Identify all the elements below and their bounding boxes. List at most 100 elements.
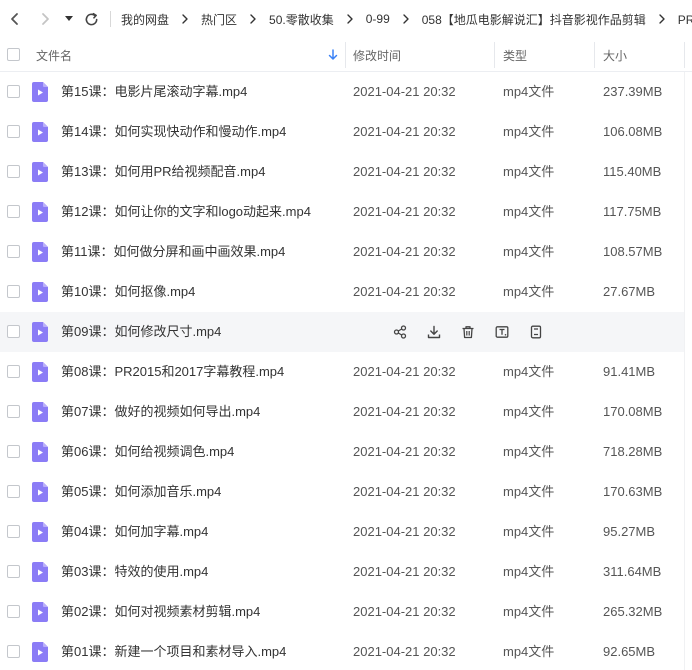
column-header-size[interactable]: 大小 xyxy=(603,38,627,72)
file-name[interactable]: 第04课：如何加字幕.mp4 xyxy=(61,512,208,552)
column-divider[interactable] xyxy=(494,42,495,68)
file-size: 117.75MB xyxy=(603,204,662,219)
file-row[interactable]: 第07课：做好的视频如何导出.mp4 2021-04-21 20:32 mp4文件 1… xyxy=(0,392,692,432)
toolbar-divider xyxy=(110,11,111,27)
column-divider[interactable] xyxy=(345,42,346,68)
sort-descending-icon[interactable] xyxy=(328,38,338,72)
file-name[interactable]: 第06课：如何给视频调色.mp4 xyxy=(61,432,234,472)
breadcrumb-item[interactable]: 我的网盘 xyxy=(119,11,171,28)
file-name[interactable]: 第09课：如何修改尺寸.mp4 xyxy=(61,312,221,352)
file-name[interactable]: 第02课：如何对视频素材剪辑.mp4 xyxy=(61,592,260,632)
file-row[interactable]: 第03课：特效的使用.mp4 2021-04-21 20:32 mp4文件 311.6… xyxy=(0,552,692,592)
file-type: mp4文件 xyxy=(503,284,555,299)
file-name[interactable]: 第08课：PR2015和2017字幕教程.mp4 xyxy=(61,352,284,392)
file-row[interactable]: 第02课：如何对视频素材剪辑.mp4 2021-04-21 20:32 mp4文件 2… xyxy=(0,592,692,632)
share-button[interactable] xyxy=(391,323,409,341)
breadcrumb-item[interactable]: 0-99 xyxy=(364,12,392,26)
select-all-checkbox[interactable] xyxy=(7,48,20,61)
row-checkbox[interactable] xyxy=(7,525,20,538)
row-checkbox[interactable] xyxy=(7,645,20,658)
row-checkbox[interactable] xyxy=(7,205,20,218)
row-checkbox[interactable] xyxy=(7,285,20,298)
rename-button[interactable] xyxy=(493,323,511,341)
file-row[interactable]: 第06课：如何给视频调色.mp4 2021-04-21 20:32 mp4文件 718… xyxy=(0,432,692,472)
file-row[interactable]: 第05课：如何添加音乐.mp4 2021-04-21 20:32 mp4文件 170.… xyxy=(0,472,692,512)
file-row[interactable]: 第12课：如何让你的文字和logo动起来.mp4 2021-04-21 20:32… xyxy=(0,192,692,232)
column-divider[interactable] xyxy=(594,42,595,68)
file-row[interactable]: 第09课：如何修改尺寸.mp4 xyxy=(0,312,684,352)
file-type: mp4文件 xyxy=(503,124,555,139)
row-checkbox[interactable] xyxy=(7,485,20,498)
row-checkbox[interactable] xyxy=(7,605,20,618)
download-button[interactable] xyxy=(425,323,443,341)
delete-button[interactable] xyxy=(459,323,477,341)
column-header-name[interactable]: 文件名 xyxy=(36,38,72,72)
file-name[interactable]: 第10课：如何抠像.mp4 xyxy=(61,272,195,312)
more-button[interactable] xyxy=(527,323,545,341)
breadcrumb-item[interactable]: 50.零散收集 xyxy=(267,11,336,28)
file-list-header: 文件名 修改时间 类型 大小 xyxy=(0,38,692,72)
file-row[interactable]: 第08课：PR2015和2017字幕教程.mp4 2021-04-21 20:32… xyxy=(0,352,692,392)
file-modified: 2021-04-21 20:32 xyxy=(353,204,456,219)
column-header-modified[interactable]: 修改时间 xyxy=(353,38,401,72)
file-size: 170.08MB xyxy=(603,404,663,419)
row-checkbox[interactable] xyxy=(7,85,20,98)
row-checkbox[interactable] xyxy=(7,125,20,138)
video-file-icon xyxy=(32,602,48,622)
chevron-right-icon xyxy=(42,13,49,25)
file-size: 170.63MB xyxy=(603,484,663,499)
file-name[interactable]: 第14课：如何实现快动作和慢动作.mp4 xyxy=(61,112,286,152)
file-row[interactable]: 第11课：如何做分屏和画中画效果.mp4 2021-04-21 20:32 mp4文… xyxy=(0,232,692,272)
breadcrumb-separator-icon xyxy=(400,13,412,25)
row-checkbox[interactable] xyxy=(7,165,20,178)
file-row[interactable]: 第01课：新建一个项目和素材导入.mp4 2021-04-21 20:32 mp4文… xyxy=(0,632,692,670)
file-type: mp4文件 xyxy=(503,164,555,179)
history-dropdown-button[interactable] xyxy=(62,6,76,32)
breadcrumb-item[interactable]: PR2018速成 xyxy=(676,11,692,28)
file-modified: 2021-04-21 20:32 xyxy=(353,124,456,139)
breadcrumb-item[interactable]: 热门区 xyxy=(199,11,239,28)
row-checkbox[interactable] xyxy=(7,325,20,338)
file-row[interactable]: 第13课：如何用PR给视频配音.mp4 2021-04-21 20:32 mp4文件… xyxy=(0,152,692,192)
file-name[interactable]: 第05课：如何添加音乐.mp4 xyxy=(61,472,221,512)
file-row[interactable]: 第10课：如何抠像.mp4 2021-04-21 20:32 mp4文件 27.67M… xyxy=(0,272,692,312)
file-type: mp4文件 xyxy=(503,404,555,419)
video-file-icon xyxy=(32,402,48,422)
file-name[interactable]: 第12课：如何让你的文字和logo动起来.mp4 xyxy=(61,192,311,232)
video-file-icon xyxy=(32,242,48,262)
file-size: 91.41MB xyxy=(603,364,656,379)
refresh-button[interactable] xyxy=(78,6,104,32)
file-name[interactable]: 第01课：新建一个项目和素材导入.mp4 xyxy=(61,632,286,670)
row-checkbox[interactable] xyxy=(7,565,20,578)
path-bar: 我的网盘 热门区 50.零散收集 0-99 058【地瓜电影解说汇】抖音影视作品剪辑 PR… xyxy=(0,0,692,38)
file-type: mp4文件 xyxy=(503,444,555,459)
column-divider[interactable] xyxy=(684,42,685,68)
delete-icon xyxy=(461,325,475,339)
file-name[interactable]: 第11课：如何做分屏和画中画效果.mp4 xyxy=(61,232,285,272)
row-actions xyxy=(391,323,561,341)
file-name[interactable]: 第13课：如何用PR给视频配音.mp4 xyxy=(61,152,265,192)
column-header-type[interactable]: 类型 xyxy=(503,38,527,72)
file-row[interactable]: 第15课：电影片尾滚动字幕.mp4 2021-04-21 20:32 mp4文件 23… xyxy=(0,72,692,112)
row-checkbox[interactable] xyxy=(7,365,20,378)
file-size: 108.57MB xyxy=(603,244,663,259)
forward-button[interactable] xyxy=(32,6,58,32)
file-modified: 2021-04-21 20:32 xyxy=(353,164,456,179)
file-modified: 2021-04-21 20:32 xyxy=(353,284,456,299)
file-modified: 2021-04-21 20:32 xyxy=(353,564,456,579)
breadcrumb-item[interactable]: 058【地瓜电影解说汇】抖音影视作品剪辑 xyxy=(420,11,648,28)
row-checkbox[interactable] xyxy=(7,405,20,418)
video-file-icon xyxy=(32,642,48,662)
file-name[interactable]: 第15课：电影片尾滚动字幕.mp4 xyxy=(61,72,247,112)
file-row[interactable]: 第14课：如何实现快动作和慢动作.mp4 2021-04-21 20:32 mp4文… xyxy=(0,112,692,152)
file-size: 265.32MB xyxy=(603,604,663,619)
back-button[interactable] xyxy=(2,6,28,32)
file-type: mp4文件 xyxy=(503,364,555,379)
file-row[interactable]: 第04课：如何加字幕.mp4 2021-04-21 20:32 mp4文件 95.27… xyxy=(0,512,692,552)
breadcrumb-separator-icon xyxy=(656,13,668,25)
file-name[interactable]: 第07课：做好的视频如何导出.mp4 xyxy=(61,392,260,432)
row-checkbox[interactable] xyxy=(7,245,20,258)
row-checkbox[interactable] xyxy=(7,445,20,458)
breadcrumb-separator-icon xyxy=(179,13,191,25)
file-name[interactable]: 第03课：特效的使用.mp4 xyxy=(61,552,208,592)
